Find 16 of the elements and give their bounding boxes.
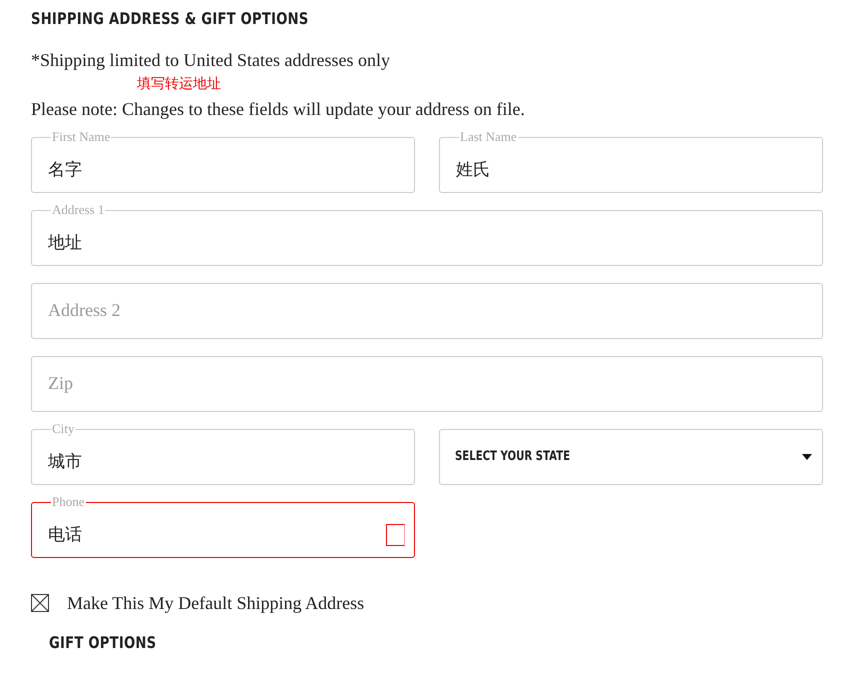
field-label: First Name [51, 129, 112, 144]
checkbox[interactable] [31, 594, 49, 612]
field-label: Phone [51, 494, 86, 509]
square-icon [386, 524, 405, 546]
checkbox-label: Make This My Default Shipping Address [67, 592, 364, 615]
field-label: Address 1 [51, 202, 106, 217]
section-heading: GIFT OPTIONS [49, 633, 156, 652]
text-field[interactable]: Zip [31, 356, 823, 412]
update-note: Please note: Changes to these fields will update your address on file. [31, 98, 526, 121]
caret-icon [802, 454, 812, 460]
state-dropdown[interactable]: SELECT YOUR STATE [439, 429, 823, 485]
text-field[interactable]: Address 2 [31, 283, 823, 339]
section-heading: SHIPPING ADDRESS & GIFT OPTIONS [31, 9, 309, 28]
annotation-text: 填写转运地址 [137, 75, 221, 93]
shipping-notice: *Shipping limited to United States addresses only [31, 49, 391, 72]
field-label: City [51, 421, 76, 436]
